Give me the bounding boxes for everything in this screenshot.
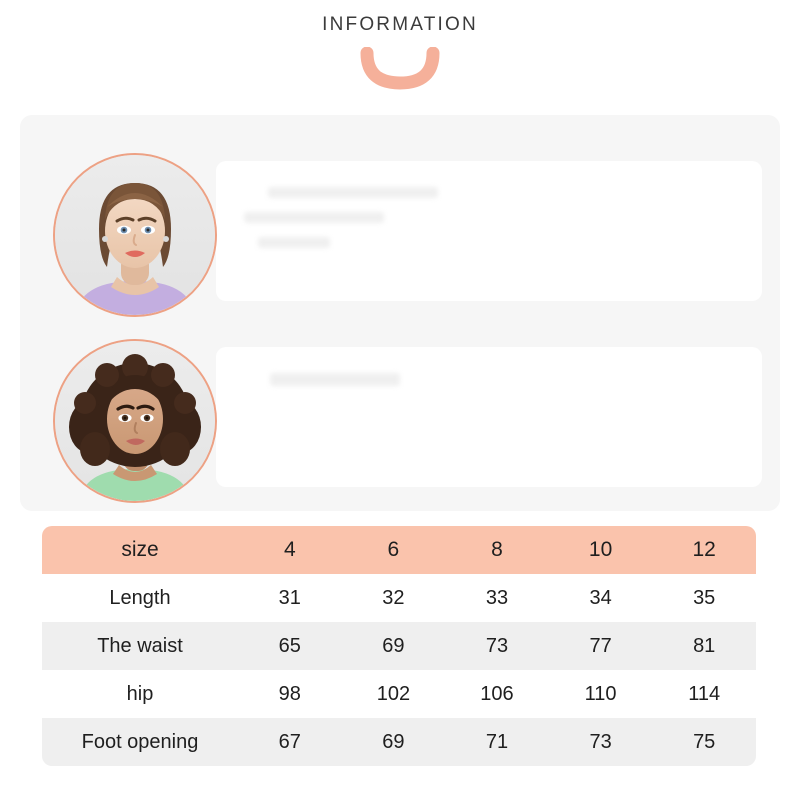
profile-description-card-2 [216, 347, 762, 487]
cell-value: 114 [688, 682, 721, 705]
column-header-12: 12 [692, 538, 716, 561]
cell-value: 65 [278, 634, 301, 657]
smile-arc-icon [357, 46, 443, 91]
cell-value: 106 [480, 682, 514, 705]
cell-value: 73 [485, 634, 509, 657]
row-label: The waist [97, 634, 183, 657]
table-row: Length 31 32 33 34 35 [42, 574, 756, 622]
row-label: Foot opening [81, 730, 199, 753]
row-label: Length [109, 586, 171, 609]
page-header: INFORMATION [0, 0, 800, 91]
cell-value: 69 [382, 634, 405, 657]
description-line [270, 373, 400, 386]
information-panel [20, 115, 780, 511]
cell-value: 34 [589, 586, 612, 609]
column-header-10: 10 [588, 538, 613, 561]
column-header-4: 4 [283, 538, 296, 561]
table-row: hip 98 102 106 110 114 [42, 670, 756, 718]
model-portrait-curly-hair-icon [55, 341, 215, 501]
cell-value: 32 [382, 586, 405, 609]
description-line [244, 212, 384, 223]
column-header-size: size [121, 538, 159, 561]
cell-value: 77 [589, 634, 612, 657]
cell-value: 71 [485, 730, 509, 753]
column-header-8: 8 [491, 538, 503, 561]
table-row: The waist 65 69 73 77 81 [42, 622, 756, 670]
profile-block-2 [20, 339, 780, 503]
cell-value: 73 [589, 730, 612, 753]
profile-block-1 [20, 153, 780, 317]
column-header-6: 6 [387, 538, 400, 561]
row-label: hip [126, 682, 154, 705]
size-chart-table: size 4 6 8 10 12 Length 31 32 33 34 35 T… [42, 526, 756, 766]
model-portrait-straight-hair-icon [55, 155, 215, 315]
profile-description-card-1 [216, 161, 762, 301]
avatar[interactable] [53, 153, 217, 317]
page-title: INFORMATION [322, 14, 478, 35]
table-header-row: size 4 6 8 10 12 [42, 526, 756, 574]
avatar[interactable] [53, 339, 217, 503]
cell-value: 67 [278, 730, 301, 753]
cell-value: 75 [693, 730, 716, 753]
cell-value: 33 [485, 586, 509, 609]
cell-value: 110 [584, 682, 617, 705]
table-row: Foot opening 67 69 71 73 75 [42, 718, 756, 766]
size-chart-header: size 4 6 8 10 12 [42, 526, 756, 574]
cell-value: 31 [278, 586, 301, 609]
description-line [268, 187, 438, 198]
size-chart-body: Length 31 32 33 34 35 The waist 65 69 73… [42, 574, 756, 766]
cell-value: 35 [693, 586, 716, 609]
description-line [258, 237, 330, 248]
cell-value: 98 [278, 682, 301, 705]
cell-value: 81 [693, 634, 716, 657]
cell-value: 102 [376, 682, 411, 705]
cell-value: 69 [382, 730, 405, 753]
